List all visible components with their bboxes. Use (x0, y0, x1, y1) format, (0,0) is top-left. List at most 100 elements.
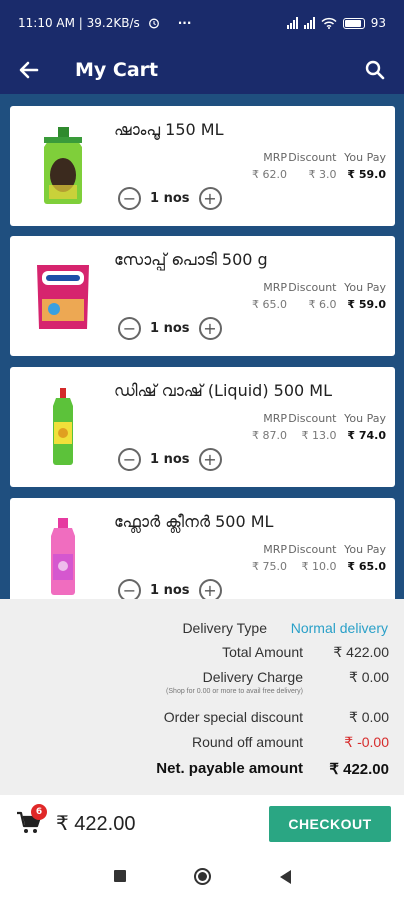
mrp-header: MRP (263, 543, 287, 556)
bottom-total: ₹ 422.00 (56, 813, 136, 835)
product-name: ഡിഷ് വാഷ് (Liquid) 500 ML (114, 381, 332, 400)
cart-item[interactable]: ഡിഷ് വാഷ് (Liquid) 500 ML MRP Discount You… (10, 367, 395, 487)
alarm-icon (148, 18, 159, 29)
quantity-value: 1 nos (150, 452, 190, 467)
minus-icon: − (122, 580, 137, 599)
quantity-value: 1 nos (150, 321, 190, 336)
product-image (28, 120, 98, 212)
plus-icon: + (203, 580, 217, 599)
product-name: ഷാംപൂ 150 ML (114, 120, 224, 139)
quantity-stepper: − 1 nos + (118, 187, 222, 210)
total-amount-label: Total Amount (222, 644, 303, 660)
price-table: MRP Discount You Pay ₹ 65.0 ₹ 6.0 ₹ 59.0 (238, 281, 386, 311)
you-pay-value: ₹ 59.0 (347, 168, 386, 181)
mrp-value: ₹ 65.0 (252, 298, 287, 311)
delivery-charge-value: ₹ 0.00 (348, 669, 389, 685)
increase-button[interactable]: + (198, 187, 222, 210)
back-nav-icon[interactable] (280, 870, 291, 884)
price-table: MRP Discount You Pay ₹ 75.0 ₹ 10.0 ₹ 65.0 (238, 543, 386, 573)
cart-list[interactable]: ഷാംപൂ 150 ML MRP Discount You Pay ₹ 62.0 ₹ … (0, 94, 404, 599)
product-image (28, 381, 98, 473)
you-pay-value: ₹ 59.0 (347, 298, 386, 311)
increase-button[interactable]: + (198, 579, 222, 599)
plus-icon: + (203, 449, 217, 469)
mrp-value: ₹ 75.0 (252, 560, 287, 573)
decrease-button[interactable]: − (118, 579, 141, 599)
delivery-type-label: Delivery Type (182, 620, 267, 636)
price-table: MRP Discount You Pay ₹ 87.0 ₹ 13.0 ₹ 74.0 (238, 412, 386, 442)
mrp-value: ₹ 87.0 (252, 429, 287, 442)
minus-icon: − (122, 318, 137, 338)
decrease-button[interactable]: − (118, 448, 141, 471)
free-delivery-note: (Shop for 0.00 or more to avail free del… (166, 688, 303, 695)
increase-button[interactable]: + (198, 317, 222, 340)
arrow-back-icon (19, 61, 39, 79)
mrp-header: MRP (263, 151, 287, 164)
wifi-icon (321, 17, 337, 29)
battery-icon (342, 17, 365, 29)
cart-item[interactable]: സോപ്പ് പൊടി 500 g MRP Discount You Pay ₹ 6… (10, 236, 395, 356)
app-bar: My Cart (0, 46, 404, 94)
special-discount-label: Order special discount (163, 709, 303, 725)
signal-icon-2 (303, 17, 315, 29)
delivery-charge-label: Delivery Charge (202, 669, 303, 685)
home-icon[interactable] (194, 868, 211, 885)
cart-item[interactable]: ഫ്ലോർ ക്ലീനർ 500 ML MRP Discount You Pay ₹… (10, 498, 395, 599)
mrp-value: ₹ 62.0 (252, 168, 287, 181)
product-image (28, 512, 98, 599)
decrease-button[interactable]: − (118, 317, 141, 340)
round-off-label: Round off amount (191, 734, 303, 750)
quantity-stepper: − 1 nos + (118, 448, 222, 471)
special-discount-row: Order special discount ₹ 0.00 (0, 709, 404, 726)
you-pay-value: ₹ 65.0 (347, 560, 386, 573)
system-nav-bar (0, 852, 404, 900)
minus-icon: − (122, 188, 137, 208)
decrease-button[interactable]: − (118, 187, 141, 210)
product-image (28, 250, 98, 342)
page-title: My Cart (75, 59, 159, 81)
you-pay-header: You Pay (344, 151, 386, 164)
discount-header: Discount (288, 281, 337, 294)
recents-icon[interactable] (114, 870, 126, 882)
more-dots: ··· (177, 16, 192, 30)
quantity-value: 1 nos (150, 191, 190, 206)
plus-icon: + (203, 188, 217, 208)
round-off-value: ₹ -0.00 (344, 734, 389, 750)
discount-header: Discount (288, 151, 337, 164)
you-pay-value: ₹ 74.0 (347, 429, 386, 442)
net-payable-row: Net. payable amount ₹ 422.00 (0, 760, 404, 778)
quantity-stepper: − 1 nos + (118, 317, 222, 340)
you-pay-header: You Pay (344, 412, 386, 425)
search-button[interactable] (346, 46, 404, 94)
order-summary: Delivery Type Normal delivery Total Amou… (0, 599, 404, 795)
discount-value: ₹ 6.0 (308, 298, 337, 311)
price-table: MRP Discount You Pay ₹ 62.0 ₹ 3.0 ₹ 59.0 (238, 151, 386, 181)
total-amount-row: Total Amount ₹ 422.00 (0, 644, 404, 661)
discount-header: Discount (288, 543, 337, 556)
increase-button[interactable]: + (198, 448, 222, 471)
total-amount-value: ₹ 422.00 (333, 644, 389, 660)
mrp-header: MRP (263, 412, 287, 425)
product-name: ഫ്ലോർ ക്ലീനർ 500 ML (114, 512, 274, 531)
delivery-type-link[interactable]: Normal delivery (291, 620, 388, 636)
discount-value: ₹ 13.0 (301, 429, 337, 442)
back-button[interactable] (0, 46, 58, 94)
you-pay-header: You Pay (344, 281, 386, 294)
minus-icon: − (122, 449, 137, 469)
signal-icon (286, 17, 298, 29)
mrp-header: MRP (263, 281, 287, 294)
checkout-button[interactable]: CHECKOUT (269, 806, 391, 842)
status-time: 11:10 AM | 39.2KB/s (18, 16, 140, 30)
discount-value: ₹ 3.0 (308, 168, 337, 181)
net-payable-value: ₹ 422.00 (329, 761, 389, 778)
search-icon (365, 60, 385, 80)
cart-item[interactable]: ഷാംപൂ 150 ML MRP Discount You Pay ₹ 62.0 ₹ … (10, 106, 395, 226)
special-discount-value: ₹ 0.00 (348, 709, 389, 725)
product-name: സോപ്പ് പൊടി 500 g (114, 250, 268, 269)
net-payable-label: Net. payable amount (156, 760, 303, 777)
delivery-charge-row: Delivery Charge ₹ 0.00 (0, 669, 404, 686)
you-pay-header: You Pay (344, 543, 386, 556)
battery-level: 93 (370, 16, 386, 30)
discount-header: Discount (288, 412, 337, 425)
status-bar: 11:10 AM | 39.2KB/s ··· 93 (0, 0, 404, 46)
